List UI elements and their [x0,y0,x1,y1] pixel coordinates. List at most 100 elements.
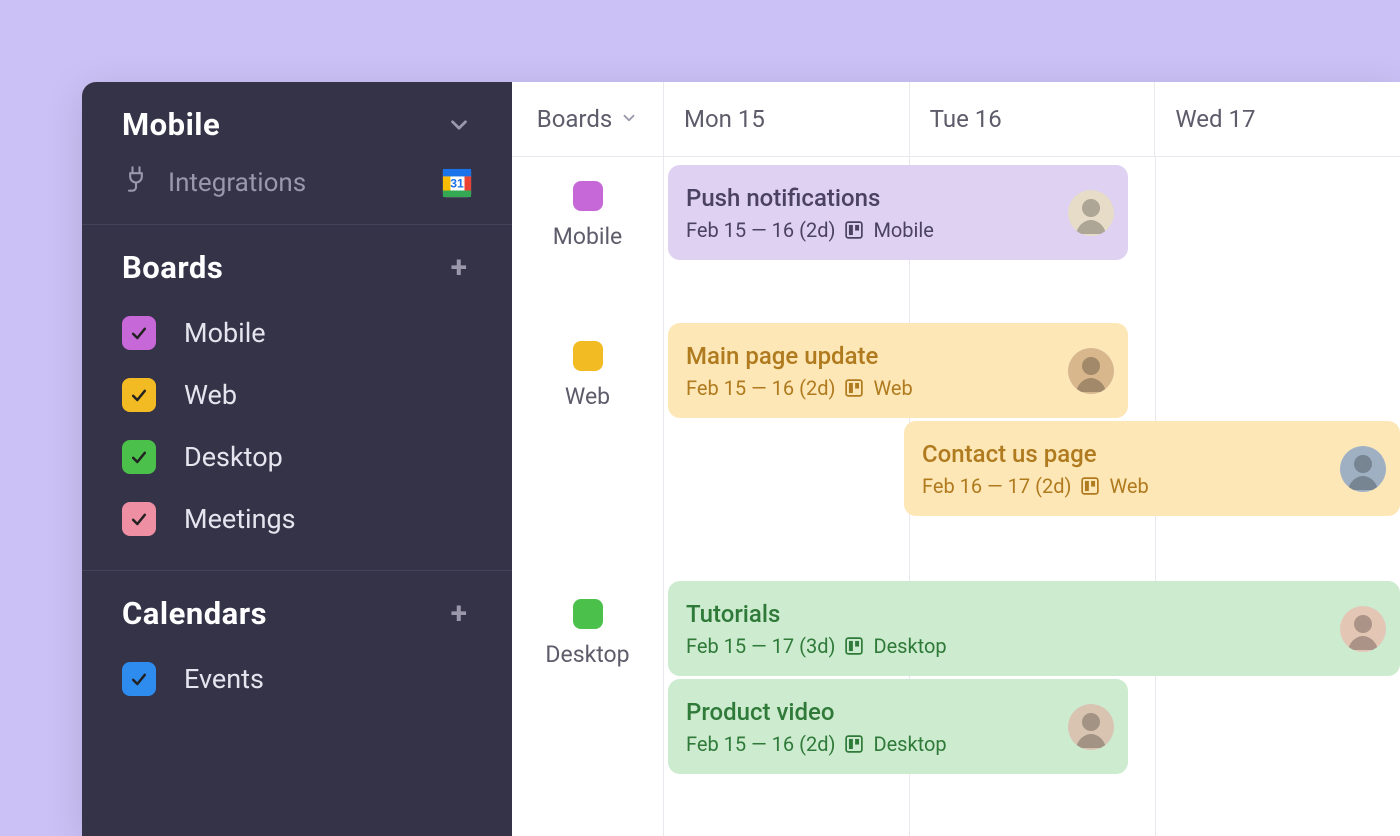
calendars-header[interactable]: Calendars + [82,571,512,644]
timeline-grid[interactable]: Push notifications Feb 15 — 16 (2d) Mobile… [664,157,1400,836]
board-icon [845,637,863,655]
card-title: Contact us page [922,440,1149,468]
add-calendar-icon[interactable]: + [446,601,472,627]
checkbox-icon[interactable] [122,378,156,412]
card-board: Desktop [873,732,946,756]
row-label-text: Mobile [553,223,623,250]
calendar-item-label: Events [184,663,264,695]
google-calendar-icon: 31 [442,168,472,198]
day-label: Tue 16 [930,105,1002,133]
row-label: Web [512,317,663,575]
board-item-label: Desktop [184,441,283,473]
integrations-row[interactable]: Integrations 31 [82,155,512,224]
row-labels-column: Mobile Web Desktop [512,157,664,836]
timeline-card[interactable]: Main page update Feb 15 — 16 (2d) Web [668,323,1128,418]
board-swatch-icon [573,181,603,211]
sidebar-calendar-item[interactable]: Events [82,648,512,710]
card-text: Push notifications Feb 15 — 16 (2d) Mobile [686,184,934,242]
card-board: Web [873,376,912,400]
calendars-section: Calendars + Events [82,571,512,730]
card-text: Tutorials Feb 15 — 17 (3d) Desktop [686,600,947,658]
timeline-body: Mobile Web Desktop Push notifications Feb 1… [512,157,1400,836]
chevron-down-icon [446,112,472,138]
day-column-header: Mon 15 [664,82,910,156]
calendars-list: Events [82,644,512,730]
timeline-main: Boards Mon 15 Tue 16 Wed 17 Mobile Web Deskt… [512,82,1400,836]
card-title: Push notifications [686,184,934,212]
card-meta: Feb 15 — 16 (2d) Desktop [686,732,947,756]
timeline-card[interactable]: Contact us page Feb 16 — 17 (2d) Web [904,421,1400,516]
sidebar-board-item[interactable]: Web [82,364,512,426]
card-date: Feb 16 — 17 (2d) [922,474,1071,498]
card-meta: Feb 16 — 17 (2d) Web [922,474,1149,498]
integrations-label: Integrations [168,168,306,198]
card-meta: Feb 15 — 17 (3d) Desktop [686,634,947,658]
avatar[interactable] [1068,704,1114,750]
card-title: Product video [686,698,947,726]
card-title: Main page update [686,342,913,370]
boards-section: Boards + Mobile Web Desktop Meetings [82,225,512,571]
board-item-label: Mobile [184,317,266,349]
board-icon [1081,477,1099,495]
avatar[interactable] [1340,446,1386,492]
avatar[interactable] [1340,606,1386,652]
checkbox-icon[interactable] [122,502,156,536]
day-label: Wed 17 [1175,105,1255,133]
day-columns-header: Mon 15 Tue 16 Wed 17 [664,82,1400,156]
project-header[interactable]: Mobile [82,82,512,155]
card-board: Desktop [873,634,946,658]
day-column-header: Tue 16 [910,82,1156,156]
card-meta: Feb 15 — 16 (2d) Web [686,376,913,400]
row-label-text: Web [565,383,610,410]
row-label-text: Desktop [545,641,629,668]
card-date: Feb 15 — 16 (2d) [686,732,835,756]
board-icon [845,735,863,753]
timeline-card[interactable]: Tutorials Feb 15 — 17 (3d) Desktop [668,581,1400,676]
day-column-header: Wed 17 [1155,82,1400,156]
board-icon [845,221,863,239]
calendars-title: Calendars [122,595,267,632]
app-window: Mobile Integrations 31 Boards + Mobile [82,82,1400,836]
avatar[interactable] [1068,348,1114,394]
timeline-card[interactable]: Product video Feb 15 — 16 (2d) Desktop [668,679,1128,774]
sidebar-board-item[interactable]: Desktop [82,426,512,488]
boards-header[interactable]: Boards + [82,225,512,298]
card-date: Feb 15 — 16 (2d) [686,376,835,400]
card-meta: Feb 15 — 16 (2d) Mobile [686,218,934,242]
day-label: Mon 15 [684,105,765,133]
timeline-header: Boards Mon 15 Tue 16 Wed 17 [512,82,1400,157]
card-text: Product video Feb 15 — 16 (2d) Desktop [686,698,947,756]
boards-dropdown-label: Boards [537,105,613,133]
chevron-down-icon [620,105,638,133]
board-swatch-icon [573,599,603,629]
sidebar-board-item[interactable]: Mobile [82,302,512,364]
boards-dropdown[interactable]: Boards [512,82,664,156]
card-text: Main page update Feb 15 — 16 (2d) Web [686,342,913,400]
plug-icon [122,165,150,200]
boards-list: Mobile Web Desktop Meetings [82,298,512,570]
avatar[interactable] [1068,190,1114,236]
board-icon [845,379,863,397]
checkbox-icon[interactable] [122,316,156,350]
row-label: Mobile [512,157,663,317]
sidebar-board-item[interactable]: Meetings [82,488,512,550]
sidebar: Mobile Integrations 31 Boards + Mobile [82,82,512,836]
card-board: Web [1109,474,1148,498]
timeline-card[interactable]: Push notifications Feb 15 — 16 (2d) Mobile [668,165,1128,260]
project-title: Mobile [122,106,220,143]
row-label: Desktop [512,575,663,815]
checkbox-icon[interactable] [122,662,156,696]
card-title: Tutorials [686,600,947,628]
svg-text:31: 31 [450,176,464,190]
add-board-icon[interactable]: + [446,255,472,281]
project-section: Mobile Integrations 31 [82,82,512,225]
boards-title: Boards [122,249,223,286]
board-item-label: Meetings [184,503,296,535]
card-date: Feb 15 — 16 (2d) [686,218,835,242]
board-swatch-icon [573,341,603,371]
board-item-label: Web [184,379,237,411]
card-board: Mobile [873,218,933,242]
card-text: Contact us page Feb 16 — 17 (2d) Web [922,440,1149,498]
card-date: Feb 15 — 17 (3d) [686,634,835,658]
checkbox-icon[interactable] [122,440,156,474]
